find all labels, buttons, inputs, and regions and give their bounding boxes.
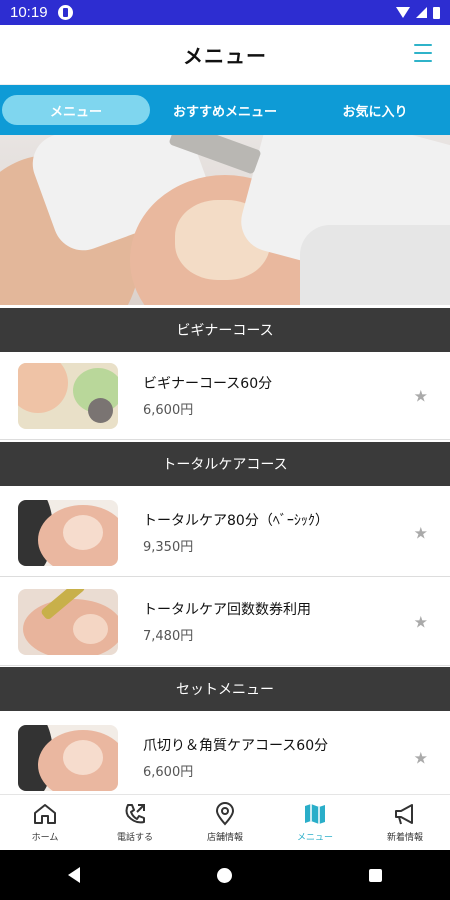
section-title: トータルケアコース bbox=[162, 457, 288, 473]
nav-news-label: 新着情報 bbox=[386, 833, 423, 843]
nav-call-label: 電話する bbox=[116, 833, 153, 843]
nav-menu-label: メニュー bbox=[296, 833, 333, 843]
menu-item[interactable]: トータルケア回数数券利用 7,480円 ★ bbox=[0, 578, 450, 666]
bottom-navigation: ホーム 電話する 店舗情報 メニュー 新着情報 bbox=[0, 794, 450, 850]
nav-home-label: ホーム bbox=[31, 833, 59, 843]
battery-icon bbox=[433, 6, 440, 19]
tab-menu-label: メニュー bbox=[49, 104, 102, 120]
tab-favorites-label: お気に入り bbox=[342, 104, 408, 120]
favorite-star-icon[interactable]: ★ bbox=[414, 612, 428, 631]
recent-apps-icon[interactable] bbox=[368, 868, 382, 882]
nav-call[interactable]: 電話する bbox=[90, 795, 180, 850]
system-navigation-bar bbox=[0, 850, 450, 900]
tab-recommended-label: おすすめメニュー bbox=[172, 104, 277, 120]
favorite-star-icon[interactable]: ★ bbox=[414, 748, 428, 767]
item-text: 爪切り＆角質ケアコース60分 6,600円 bbox=[143, 735, 328, 780]
item-price: 6,600円 bbox=[143, 765, 194, 780]
section-title: セットメニュー bbox=[176, 682, 274, 698]
status-icons bbox=[396, 6, 440, 19]
item-text: トータルケア回数数券利用 7,480円 bbox=[143, 599, 311, 644]
nav-store-info[interactable]: 店舗情報 bbox=[180, 795, 270, 850]
megaphone-icon bbox=[395, 804, 413, 825]
item-name: 爪切り＆角質ケアコース60分 bbox=[143, 738, 329, 754]
status-bar: 10:19 bbox=[0, 0, 450, 25]
app-header: メニュー bbox=[0, 25, 450, 85]
section-header-set-menu: セットメニュー bbox=[0, 667, 450, 711]
home-button-icon[interactable] bbox=[216, 867, 232, 883]
home-icon bbox=[34, 804, 56, 824]
item-price: 7,480円 bbox=[143, 629, 194, 644]
nav-home[interactable]: ホーム bbox=[0, 795, 90, 850]
tab-bar: メニュー おすすめメニュー お気に入り bbox=[0, 85, 450, 135]
item-thumbnail bbox=[18, 724, 118, 791]
app-notification-icon bbox=[57, 5, 73, 20]
menu-item[interactable]: ビギナーコース60分 6,600円 ★ bbox=[0, 352, 450, 440]
hamburger-menu-icon[interactable] bbox=[414, 44, 432, 62]
wifi-icon bbox=[396, 7, 410, 18]
menu-item[interactable]: トータルケア80分（ﾍﾞｰｼｯｸ） 9,350円 ★ bbox=[0, 489, 450, 577]
signal-icon bbox=[416, 7, 427, 18]
tab-favorites[interactable]: お気に入り bbox=[300, 95, 450, 125]
item-text: トータルケア80分（ﾍﾞｰｼｯｸ） 9,350円 bbox=[143, 510, 329, 555]
item-name: トータルケア80分（ﾍﾞｰｼｯｸ） bbox=[143, 513, 329, 529]
item-thumbnail bbox=[18, 362, 118, 429]
tab-menu[interactable]: メニュー bbox=[2, 95, 150, 125]
favorite-star-icon[interactable]: ★ bbox=[414, 386, 428, 405]
back-icon[interactable] bbox=[68, 867, 81, 883]
item-thumbnail bbox=[18, 588, 118, 655]
nav-news[interactable]: 新着情報 bbox=[360, 795, 450, 850]
nav-store-info-label: 店舗情報 bbox=[206, 833, 243, 843]
section-header-beginner: ビギナーコース bbox=[0, 308, 450, 352]
hero-image bbox=[0, 135, 450, 305]
page-title: メニュー bbox=[183, 44, 267, 68]
item-price: 9,350円 bbox=[143, 540, 194, 555]
item-thumbnail bbox=[18, 499, 118, 566]
item-name: トータルケア回数数券利用 bbox=[143, 602, 311, 618]
section-title: ビギナーコース bbox=[176, 323, 274, 339]
section-header-total-care: トータルケアコース bbox=[0, 442, 450, 486]
favorite-star-icon[interactable]: ★ bbox=[414, 523, 428, 542]
book-icon bbox=[305, 804, 325, 824]
item-price: 6,600円 bbox=[143, 403, 194, 418]
tab-recommended[interactable]: おすすめメニュー bbox=[150, 95, 300, 125]
phone-icon bbox=[125, 804, 145, 824]
menu-item[interactable]: 爪切り＆角質ケアコース60分 6,600円 ★ bbox=[0, 714, 450, 802]
map-pin-icon bbox=[215, 802, 235, 826]
status-time: 10:19 bbox=[10, 4, 48, 21]
item-name: ビギナーコース60分 bbox=[143, 376, 273, 392]
nav-menu[interactable]: メニュー bbox=[270, 795, 360, 850]
item-text: ビギナーコース60分 6,600円 bbox=[143, 373, 272, 418]
